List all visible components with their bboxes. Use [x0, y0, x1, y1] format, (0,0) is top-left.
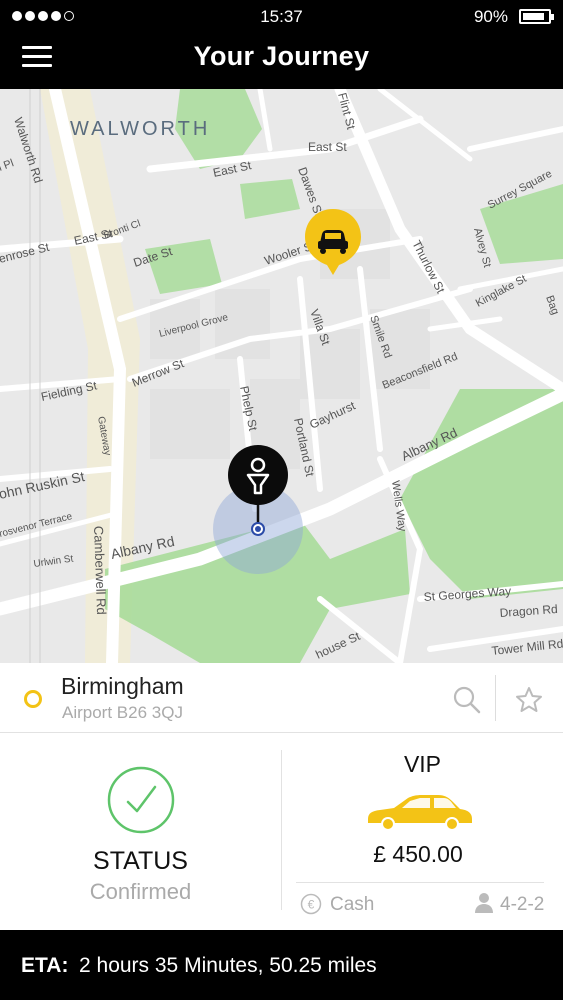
- check-circle-icon: [107, 766, 175, 834]
- eta-label: ETA:: [21, 954, 69, 977]
- euro-coin-icon: €: [300, 893, 322, 915]
- battery-percent: 90%: [473, 7, 508, 26]
- map-label-st-georges-way: St Georges Way: [423, 584, 511, 604]
- taxi-pin-icon[interactable]: [302, 207, 364, 277]
- status-bar: 15:37 90%: [0, 0, 563, 32]
- journey-map[interactable]: WALWORTH Walworth Rd Flint St East St Ea…: [0, 89, 563, 663]
- booking-summary: STATUS Confirmed VIP £ 450.00 € Cash 4-2…: [0, 733, 563, 930]
- destination-subtitle: Airport B26 3QJ: [62, 703, 183, 722]
- map-label-house-st: house St: [313, 629, 362, 662]
- person-icon: [475, 893, 493, 913]
- divider: [296, 882, 544, 883]
- map-label-east-st-top: East St: [308, 140, 347, 154]
- battery-icon: [519, 9, 554, 24]
- map-label-thurlow-st: Thurlow St: [409, 238, 448, 296]
- map-label-urlwin-st: Urlwin St: [33, 553, 74, 569]
- passenger-luggage-count: 4-2-2: [500, 894, 545, 915]
- status-label: STATUS: [93, 847, 188, 875]
- payment-method: Cash: [330, 894, 375, 915]
- user-location-pin-icon[interactable]: [210, 445, 306, 577]
- vehicle-class: VIP: [403, 751, 442, 777]
- map-label-walworth: WALWORTH: [70, 118, 210, 140]
- map-label-bagshot: Bag: [543, 294, 561, 317]
- destination-marker-icon: [24, 690, 42, 708]
- map-label-kinglake-st: Kinglake St: [474, 273, 529, 310]
- map-label-dragon-rd: Dragon Rd: [499, 602, 558, 620]
- status-value: Confirmed: [89, 879, 192, 904]
- divider: [495, 675, 496, 721]
- fare-price: £ 450.00: [373, 841, 463, 867]
- map-label-flint-st: Flint St: [335, 91, 358, 131]
- search-icon[interactable]: [452, 685, 482, 715]
- destination-title: Birmingham: [61, 673, 184, 699]
- car-icon: [368, 795, 472, 831]
- star-icon[interactable]: [514, 685, 544, 715]
- map-label-gayhurst: Gayhurst: [307, 398, 358, 432]
- map-label-pl: l Pl: [0, 157, 15, 174]
- destination-bar[interactable]: Birmingham Airport B26 3QJ: [0, 663, 563, 733]
- map-label-camberwell-rd: Camberwell Rd: [91, 526, 109, 615]
- svg-text:€: €: [308, 898, 315, 912]
- app-header: 15:37 90% Your Journey: [0, 0, 563, 89]
- eta-bar: ETA: 2 hours 35 Minutes, 50.25 miles: [0, 930, 563, 1000]
- map-label-wells-way: Wells Way: [389, 480, 408, 533]
- eta-value: 2 hours 35 Minutes, 50.25 miles: [79, 954, 377, 977]
- page-title: Your Journey: [193, 41, 370, 71]
